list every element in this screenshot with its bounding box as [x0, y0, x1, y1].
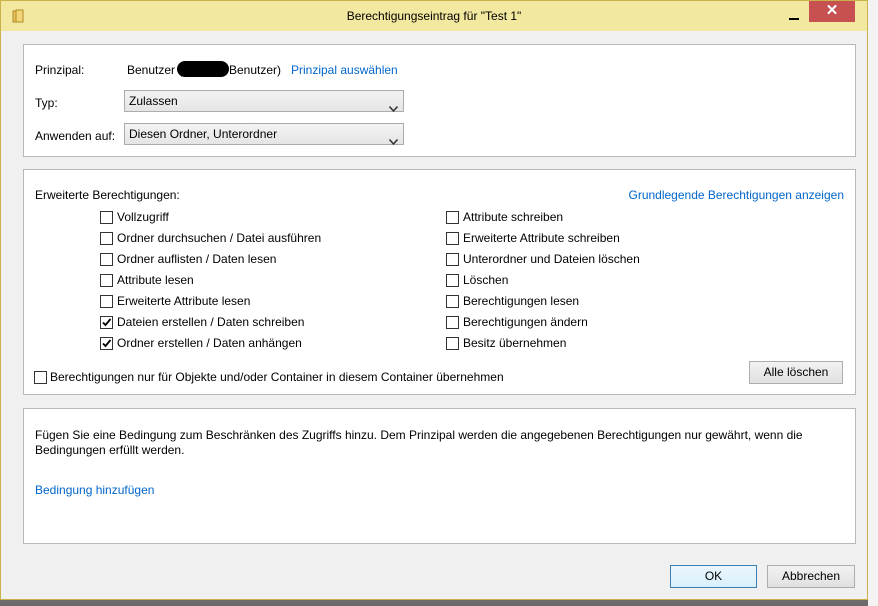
ok-button[interactable]: OK — [670, 565, 757, 588]
chevron-down-icon — [388, 98, 399, 113]
window-title: Berechtigungseintrag für "Test 1" — [346, 9, 522, 23]
permission-label: Erweiterte Attribute schreiben — [463, 231, 620, 245]
condition-description-line2: Bedingungen erfüllt werden. — [35, 443, 185, 457]
permission-checkbox[interactable] — [100, 232, 113, 245]
permission-label: Erweiterte Attribute lesen — [117, 294, 251, 308]
permission-label: Berechtigungen ändern — [463, 315, 588, 329]
principal-panel: Prinzipal: Benutzer ( Benutzer) Prinzipa… — [23, 44, 856, 157]
permission-label: Besitz übernehmen — [463, 336, 567, 350]
permission-label: Berechtigungen lesen — [463, 294, 580, 308]
add-condition-link[interactable]: Bedingung hinzufügen — [35, 483, 154, 497]
permission-entry-dialog: Berechtigungseintrag für "Test 1" ✕ Prin… — [0, 0, 868, 600]
type-dropdown[interactable]: Zulassen — [124, 90, 404, 113]
principal-value-suffix: Benutzer) — [229, 63, 282, 77]
inherit-only-checkbox[interactable] — [34, 371, 47, 384]
permission-checkbox[interactable] — [446, 337, 459, 350]
permission-checkbox[interactable] — [446, 232, 459, 245]
permission-checkbox[interactable] — [446, 274, 459, 287]
condition-panel: Fügen Sie eine Bedingung zum Beschränken… — [23, 408, 856, 544]
permission-checkbox[interactable] — [100, 253, 113, 266]
permission-label: Vollzugriff — [117, 210, 169, 224]
permissions-panel: Erweiterte Berechtigungen: Grundlegende … — [23, 169, 856, 395]
apply-to-label: Anwenden auf: — [35, 129, 116, 143]
permission-checkbox[interactable] — [100, 316, 113, 329]
apply-to-dropdown[interactable]: Diesen Ordner, Unterordner — [124, 123, 404, 146]
chevron-down-icon — [388, 131, 399, 146]
permission-checkbox[interactable] — [100, 274, 113, 287]
permission-label: Dateien erstellen / Daten schreiben — [117, 315, 305, 329]
minimize-icon — [789, 18, 799, 20]
permission-label: Attribute schreiben — [463, 210, 564, 224]
permission-checkbox[interactable] — [446, 316, 459, 329]
show-basic-permissions-link[interactable]: Grundlegende Berechtigungen anzeigen — [628, 188, 844, 202]
principal-value-prefix: Benutzer ( — [127, 63, 183, 77]
title-bar[interactable]: Berechtigungseintrag für "Test 1" ✕ — [1, 1, 867, 31]
permission-label: Löschen — [463, 273, 509, 287]
inherit-only-label: Berechtigungen nur für Objekte und/oder … — [50, 370, 504, 384]
background-window-edge — [868, 0, 878, 606]
permission-checkbox[interactable] — [446, 295, 459, 308]
permission-label: Ordner auflisten / Daten lesen — [117, 252, 277, 266]
cancel-button[interactable]: Abbrechen — [767, 565, 855, 588]
permission-checkbox[interactable] — [100, 211, 113, 224]
type-dropdown-value: Zulassen — [129, 94, 178, 108]
condition-description-line1: Fügen Sie eine Bedingung zum Beschränken… — [35, 428, 803, 442]
permission-label: Unterordner und Dateien löschen — [463, 252, 640, 266]
permission-label: Ordner durchsuchen / Datei ausführen — [117, 231, 322, 245]
clear-all-button[interactable]: Alle löschen — [749, 361, 843, 384]
type-label: Typ: — [35, 96, 58, 110]
redacted-username — [177, 61, 229, 77]
permission-checkbox[interactable] — [446, 211, 459, 224]
permission-label: Ordner erstellen / Daten anhängen — [117, 336, 302, 350]
minimize-button[interactable] — [785, 9, 803, 23]
advanced-permissions-heading: Erweiterte Berechtigungen: — [35, 188, 180, 202]
permission-checkbox[interactable] — [100, 295, 113, 308]
permission-checkbox[interactable] — [100, 337, 113, 350]
permission-label: Attribute lesen — [117, 273, 194, 287]
select-principal-link[interactable]: Prinzipal auswählen — [291, 63, 398, 77]
principal-label: Prinzipal: — [35, 63, 85, 77]
permission-checkbox[interactable] — [446, 253, 459, 266]
close-button[interactable]: ✕ — [809, 1, 855, 22]
apply-to-dropdown-value: Diesen Ordner, Unterordner — [129, 127, 278, 141]
